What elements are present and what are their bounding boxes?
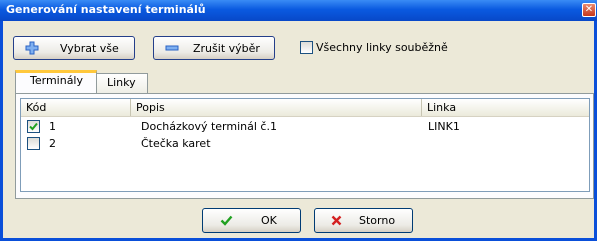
terminal-grid: Kód Popis Linka 1 Docházkový terminál č.… [20, 98, 590, 192]
ok-button[interactable]: OK [202, 208, 301, 233]
tab-lines[interactable]: Linky [96, 73, 148, 93]
all-lines-label: Všechny linky souběžně [316, 41, 448, 54]
table-row[interactable]: 1 Docházkový terminál č.1 LINK1 [21, 119, 589, 135]
tab-panel: Kód Popis Linka 1 Docházkový terminál č.… [15, 93, 594, 199]
tab-lines-label: Linky [107, 76, 136, 89]
row-checkbox[interactable] [27, 120, 40, 133]
row-checkbox[interactable] [27, 137, 40, 150]
select-all-button[interactable]: Vybrat vše [13, 36, 135, 60]
all-lines-checkbox[interactable] [300, 41, 313, 54]
close-button[interactable]: ✕ [582, 3, 596, 17]
window-title: Generování nastavení terminálů [6, 3, 206, 16]
ok-label: OK [261, 214, 277, 227]
cancel-x-icon [331, 215, 342, 226]
minus-icon [165, 45, 179, 51]
select-all-label: Vybrat vše [60, 41, 119, 55]
deselect-button[interactable]: Zrušit výběr [153, 36, 275, 60]
row-kod: 1 [49, 120, 56, 133]
row-popis: Docházkový terminál č.1 [141, 120, 277, 133]
table-row[interactable]: 2 Čtečka karet [21, 136, 589, 152]
column-header-kod[interactable]: Kód [21, 99, 131, 116]
deselect-label: Zrušit výběr [193, 41, 260, 55]
grid-header: Kód Popis Linka [21, 99, 589, 117]
checkmark-icon [29, 122, 38, 131]
dialog-window: Generování nastavení terminálů ✕ Vybrat … [0, 0, 597, 241]
column-header-popis[interactable]: Popis [131, 99, 422, 116]
tab-terminals-label: Terminály [30, 74, 83, 87]
cancel-label: Storno [359, 214, 396, 227]
column-header-linka[interactable]: Linka [422, 99, 589, 116]
row-popis: Čtečka karet [141, 137, 211, 150]
tab-terminals[interactable]: Terminály [15, 70, 97, 93]
row-kod: 2 [49, 137, 56, 150]
close-icon: ✕ [584, 4, 594, 15]
row-linka: LINK1 [428, 120, 460, 133]
cancel-button[interactable]: Storno [314, 208, 413, 233]
toolbar: Vybrat vše Zrušit výběr Všechny linky so… [3, 23, 594, 65]
check-icon [220, 215, 233, 226]
title-bar[interactable]: Generování nastavení terminálů ✕ [0, 0, 597, 21]
plus-icon [25, 41, 39, 55]
tab-strip: Terminály Linky [15, 70, 595, 94]
